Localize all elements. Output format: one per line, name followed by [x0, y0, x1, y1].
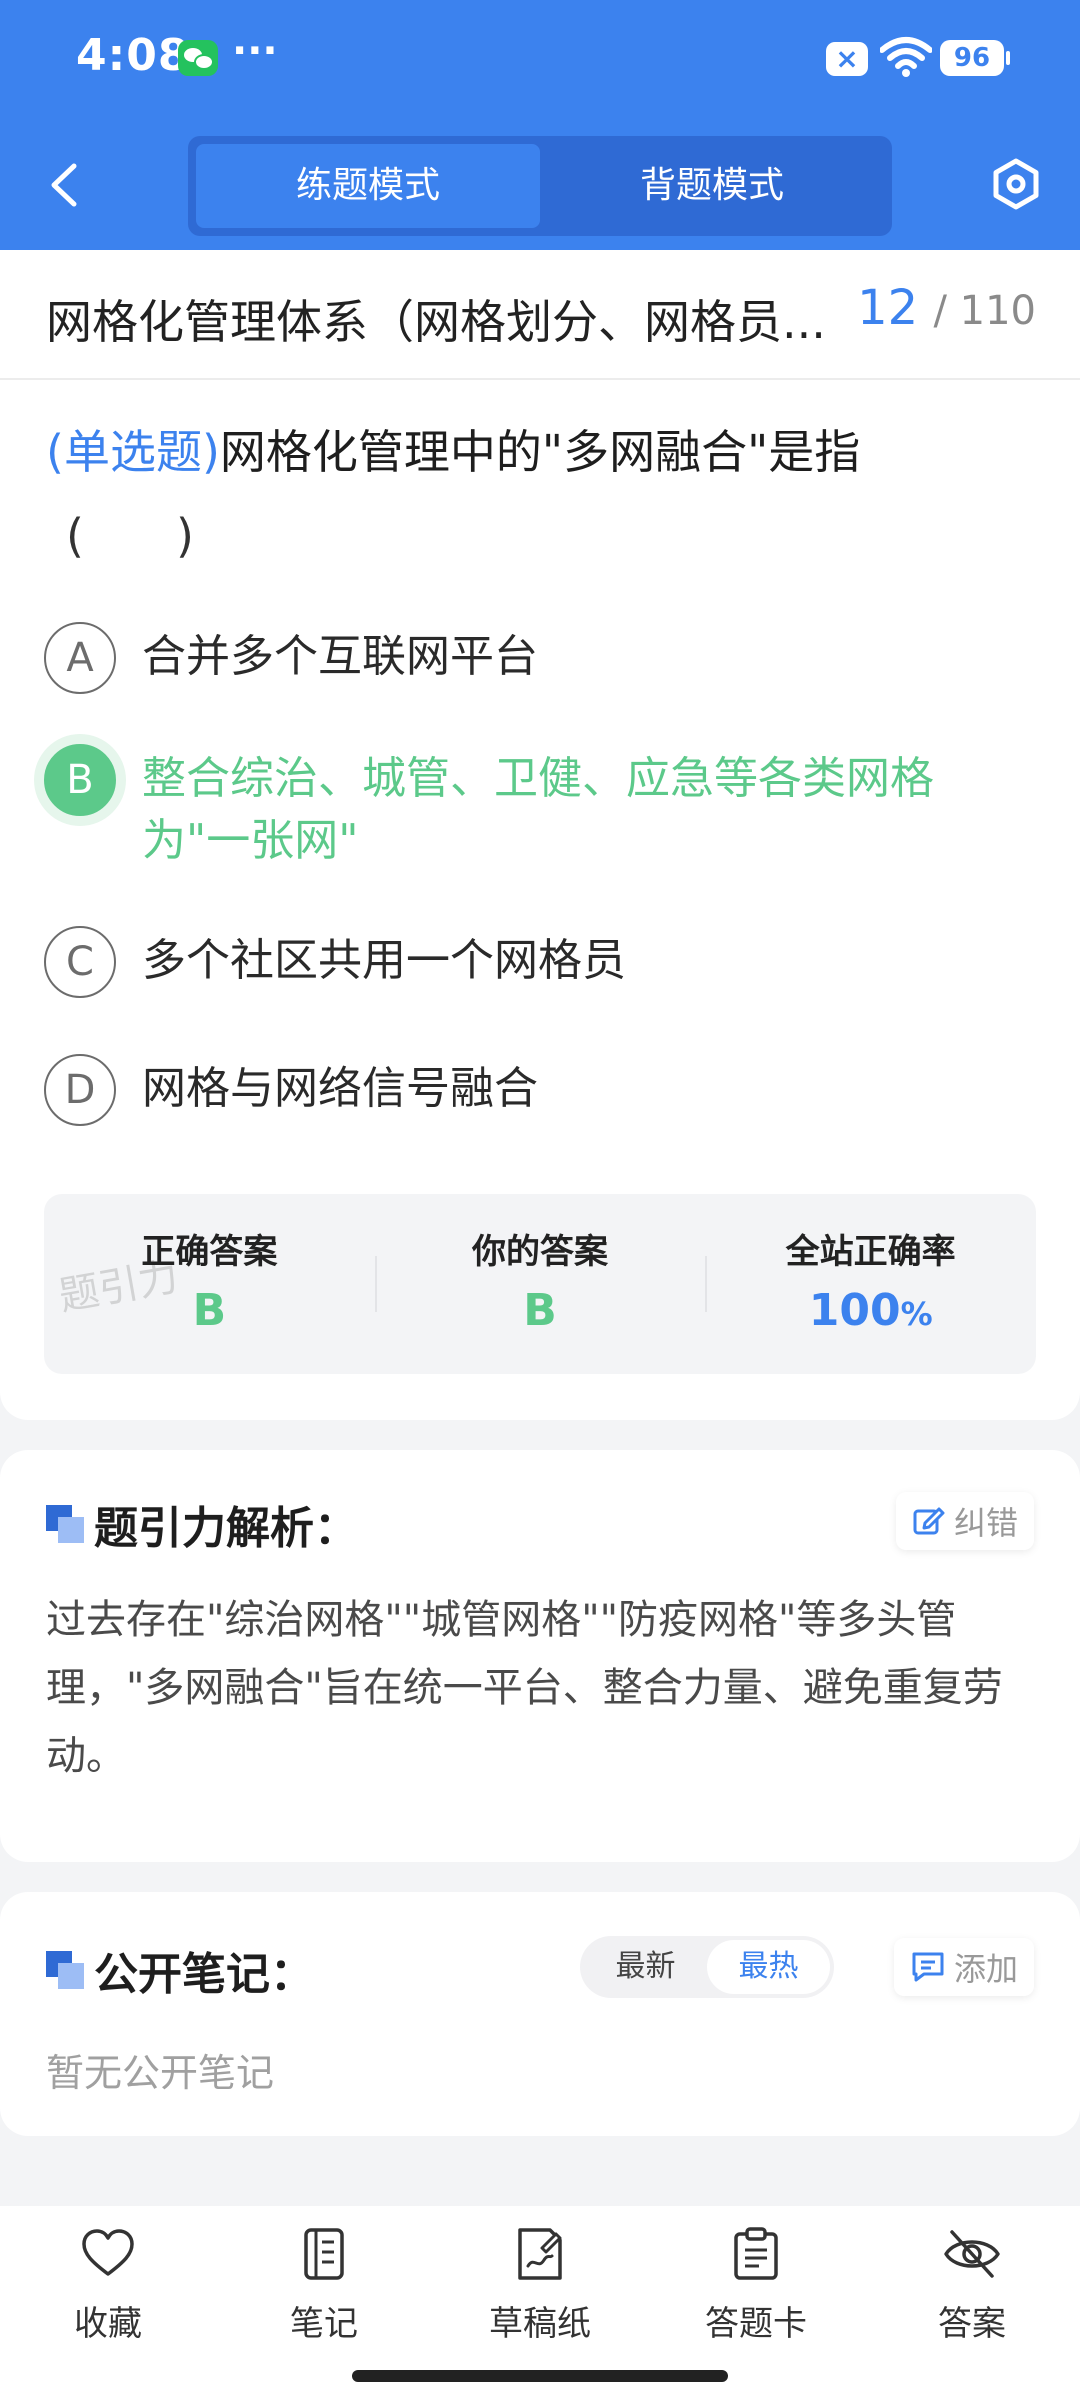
option-text: 网格与网络信号融合 [142, 1063, 538, 1114]
answer-summary: 题引力 正确答案 B 你的答案 B 全站正确率 100% [44, 1194, 1036, 1374]
show-answer-button[interactable]: 答案 [864, 2206, 1080, 2400]
your-answer-column: 你的答案 B [374, 1194, 706, 1374]
more-dots-icon: ··· [232, 28, 278, 74]
option-letter: B [44, 744, 116, 816]
question-stem: 网格化管理中的"多网融合"是指 [219, 425, 861, 479]
answer-sheet-label: 答题卡 [705, 2304, 807, 2344]
option-a[interactable]: A 合并多个互联网平台 [44, 622, 1044, 694]
notification-close-icon: × [826, 42, 868, 76]
favorite-button[interactable]: 收藏 [0, 2206, 216, 2400]
progress-current: 12 [857, 280, 919, 336]
heart-icon [82, 2229, 134, 2276]
your-answer-value: B [523, 1285, 557, 1336]
battery-indicator: 96 [940, 40, 1010, 76]
favorite-label: 收藏 [74, 2304, 142, 2344]
accuracy-unit: % [900, 1295, 933, 1333]
analysis-title: 题引力解析： [46, 1492, 358, 1556]
tab-practice-mode[interactable]: 练题模式 [196, 144, 540, 228]
comment-icon [912, 1952, 944, 1982]
tab-memorize-mode[interactable]: 背题模式 [540, 144, 884, 228]
clipboard-icon [734, 2227, 778, 2280]
analysis-card: 题引力解析： 纠错 过去存在"综治网格""城管网格""防疫网格"等多头管理，"多… [0, 1450, 1080, 1862]
accuracy-number: 100 [808, 1285, 901, 1336]
analysis-title-text: 题引力解析： [94, 1503, 358, 1554]
settings-hexagon-icon[interactable] [990, 158, 1042, 210]
chapter-row: 网格化管理体系（网格划分、网格员... 12 / 110 [0, 250, 1080, 380]
report-error-button[interactable]: 纠错 [895, 1492, 1034, 1550]
sort-hottest[interactable]: 最热 [707, 1940, 830, 1994]
home-indicator[interactable] [352, 2370, 728, 2382]
question-type: (单选题) [46, 425, 220, 479]
draft-icon [518, 2228, 562, 2280]
report-error-label: 纠错 [953, 1504, 1018, 1542]
correct-answer-value: B [192, 1285, 227, 1336]
notes-empty-text: 暂无公开笔记 [46, 2051, 275, 2095]
accuracy-label: 全站正确率 [785, 1232, 956, 1272]
draft-paper-label: 草稿纸 [489, 2304, 591, 2344]
status-time: 4:08 [76, 30, 190, 81]
accuracy-value: 100% [705, 1285, 1036, 1336]
option-text: 合并多个互联网平台 [142, 631, 538, 682]
notes-sort-toggle: 最新 最热 [580, 1936, 834, 1998]
eye-off-icon [944, 2230, 1000, 2278]
sort-newest[interactable]: 最新 [584, 1940, 707, 1994]
notes-title: 公开笔记： [46, 1938, 314, 2002]
option-letter: D [44, 1054, 116, 1126]
add-note-button[interactable]: 添加 [893, 1938, 1034, 1996]
wechat-icon [178, 40, 218, 76]
option-d[interactable]: D 网格与网络信号融合 [44, 1054, 1044, 1126]
question-card: 网格化管理体系（网格划分、网格员... 12 / 110 (单选题)网格化管理中… [0, 250, 1080, 1420]
option-b[interactable]: B 整合综治、城管、卫健、应急等各类网格为"一张网" [44, 744, 1044, 872]
correct-answer-label: 正确答案 [141, 1232, 278, 1272]
wifi-icon [880, 37, 932, 77]
notes-label: 笔记 [290, 2304, 358, 2344]
mode-switch: 练题模式 背题模式 [188, 136, 892, 236]
app-header: 4:08 ··· × 96 练题模式 背题模式 [0, 0, 1080, 250]
correct-answer-column: 正确答案 B [44, 1194, 375, 1374]
back-arrow-icon[interactable] [44, 160, 84, 210]
option-text: 多个社区共用一个网格员 [142, 935, 626, 986]
option-letter: A [44, 622, 116, 694]
section-square-icon [46, 1505, 84, 1543]
question-progress[interactable]: 12 / 110 [857, 280, 1036, 336]
notebook-icon [304, 2228, 344, 2280]
option-letter: C [44, 926, 116, 998]
show-answer-label: 答案 [938, 2304, 1006, 2344]
section-square-icon [46, 1951, 84, 1989]
question-text: (单选题)网格化管理中的"多网融合"是指 ( ) [46, 410, 1006, 578]
analysis-text: 过去存在"综治网格""城管网格""防疫网格"等多头管理，"多网融合"旨在统一平台… [46, 1597, 1003, 1779]
notes-title-text: 公开笔记： [94, 1949, 314, 2000]
progress-total: / 110 [933, 288, 1036, 334]
your-answer-label: 你的答案 [472, 1232, 608, 1272]
option-c[interactable]: C 多个社区共用一个网格员 [44, 926, 1044, 998]
add-note-label: 添加 [953, 1950, 1018, 1988]
edit-icon [913, 1507, 945, 1535]
status-bar: 4:08 ··· × 96 [0, 0, 1080, 120]
accuracy-column: 全站正确率 100% [705, 1194, 1036, 1374]
question-blank: ( ) [66, 509, 194, 563]
chapter-title[interactable]: 网格化管理体系（网格划分、网格员... [46, 286, 876, 352]
public-notes-card: 公开笔记： 最新 最热 添加 暂无公开笔记 [0, 1892, 1080, 2136]
option-text: 整合综治、城管、卫健、应急等各类网格为"一张网" [142, 753, 934, 866]
